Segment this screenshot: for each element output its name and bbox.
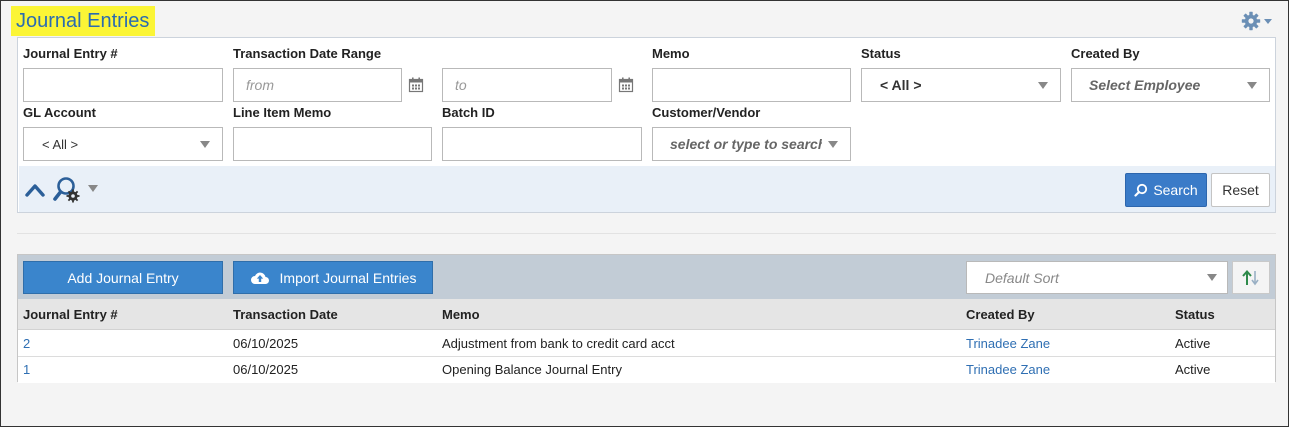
column-header-created-by[interactable]: Created By (966, 307, 1035, 322)
import-button-label: Import Journal Entries (279, 269, 417, 286)
status-cell: Active (1175, 362, 1211, 377)
section-divider (17, 233, 1276, 234)
status-cell: Active (1175, 336, 1211, 351)
cloud-upload-icon (250, 272, 269, 284)
created-by-label: Created By (1071, 46, 1140, 61)
memo-cell: Opening Balance Journal Entry (442, 362, 622, 377)
journal-entry-input[interactable] (23, 68, 223, 102)
search-icon (1134, 183, 1148, 197)
gl-account-select[interactable]: < All > (23, 127, 223, 161)
journal-entries-page: Journal Entries Journal Entry # Transact… (0, 0, 1289, 427)
dropdown-arrow-icon (828, 140, 838, 148)
transaction-date-cell: 06/10/2025 (233, 336, 299, 351)
created-by-link[interactable]: Trinadee Zane (966, 336, 1050, 351)
search-button[interactable]: Search (1125, 173, 1207, 207)
created-by-placeholder: Select Employee (1089, 77, 1201, 93)
search-settings-icon[interactable] (53, 176, 81, 204)
column-header-journal-entry[interactable]: Journal Entry # (23, 307, 118, 322)
table-header: Journal Entry # Transaction Date Memo Cr… (18, 299, 1275, 330)
chevron-up-icon[interactable] (24, 181, 46, 199)
memo-label: Memo (652, 46, 690, 61)
results-grid: Add Journal Entry Import Journal Entries… (17, 254, 1276, 383)
line-item-memo-label: Line Item Memo (233, 105, 332, 120)
gl-account-value: < All > (42, 136, 79, 152)
dropdown-arrow-icon (200, 140, 210, 148)
column-header-status[interactable]: Status (1175, 307, 1215, 322)
journal-entry-label: Journal Entry # (23, 46, 118, 61)
settings-menu[interactable] (1241, 10, 1275, 32)
date-to-input[interactable]: to (442, 68, 612, 102)
dropdown-arrow-icon (1207, 274, 1217, 281)
batch-id-input[interactable] (442, 127, 642, 161)
date-from-input[interactable]: from (233, 68, 402, 102)
table-row: 1 06/10/2025 Opening Balance Journal Ent… (18, 357, 1275, 383)
date-range-label: Transaction Date Range (233, 46, 382, 61)
search-toolbar (19, 166, 1275, 212)
table-row: 2 06/10/2025 Adjustment from bank to cre… (18, 331, 1275, 357)
line-item-memo-input[interactable] (233, 127, 432, 161)
status-select[interactable]: < All > (861, 68, 1061, 102)
customer-vendor-select[interactable]: select or type to search (652, 127, 851, 161)
status-select-value: < All > (880, 77, 922, 93)
memo-cell: Adjustment from bank to credit card acct (442, 336, 675, 351)
transaction-date-cell: 06/10/2025 (233, 362, 299, 377)
memo-input[interactable] (652, 68, 851, 102)
column-header-transaction-date[interactable]: Transaction Date (233, 307, 338, 322)
sort-select-value: Default Sort (985, 269, 1059, 286)
import-journal-entries-button[interactable]: Import Journal Entries (233, 261, 433, 294)
journal-entry-link[interactable]: 1 (23, 362, 30, 377)
dropdown-arrow-icon (1038, 81, 1048, 89)
search-panel: Journal Entry # Transaction Date Range f… (17, 37, 1276, 213)
gl-account-label: GL Account (23, 105, 96, 120)
chevron-down-icon[interactable] (88, 185, 98, 192)
chevron-down-icon (1264, 18, 1272, 24)
page-title: Journal Entries (11, 6, 156, 36)
dropdown-arrow-icon (1247, 81, 1257, 89)
customer-vendor-placeholder: select or type to search (670, 136, 822, 152)
customer-vendor-label: Customer/Vendor (652, 105, 761, 120)
search-button-label: Search (1153, 182, 1198, 198)
sort-select[interactable]: Default Sort (966, 261, 1228, 294)
sort-icon (1242, 269, 1259, 285)
column-header-memo[interactable]: Memo (442, 307, 480, 322)
calendar-icon[interactable] (408, 77, 424, 93)
sort-direction-button[interactable] (1232, 261, 1270, 294)
status-label: Status (861, 46, 901, 61)
add-journal-entry-button[interactable]: Add Journal Entry (23, 261, 223, 294)
results-toolbar: Add Journal Entry Import Journal Entries… (18, 255, 1275, 299)
calendar-icon[interactable] (618, 77, 634, 93)
gear-icon (1241, 11, 1261, 31)
journal-entry-link[interactable]: 2 (23, 336, 30, 351)
reset-button[interactable]: Reset (1211, 173, 1270, 207)
created-by-link[interactable]: Trinadee Zane (966, 362, 1050, 377)
created-by-select[interactable]: Select Employee (1071, 68, 1270, 102)
batch-id-label: Batch ID (442, 105, 495, 120)
